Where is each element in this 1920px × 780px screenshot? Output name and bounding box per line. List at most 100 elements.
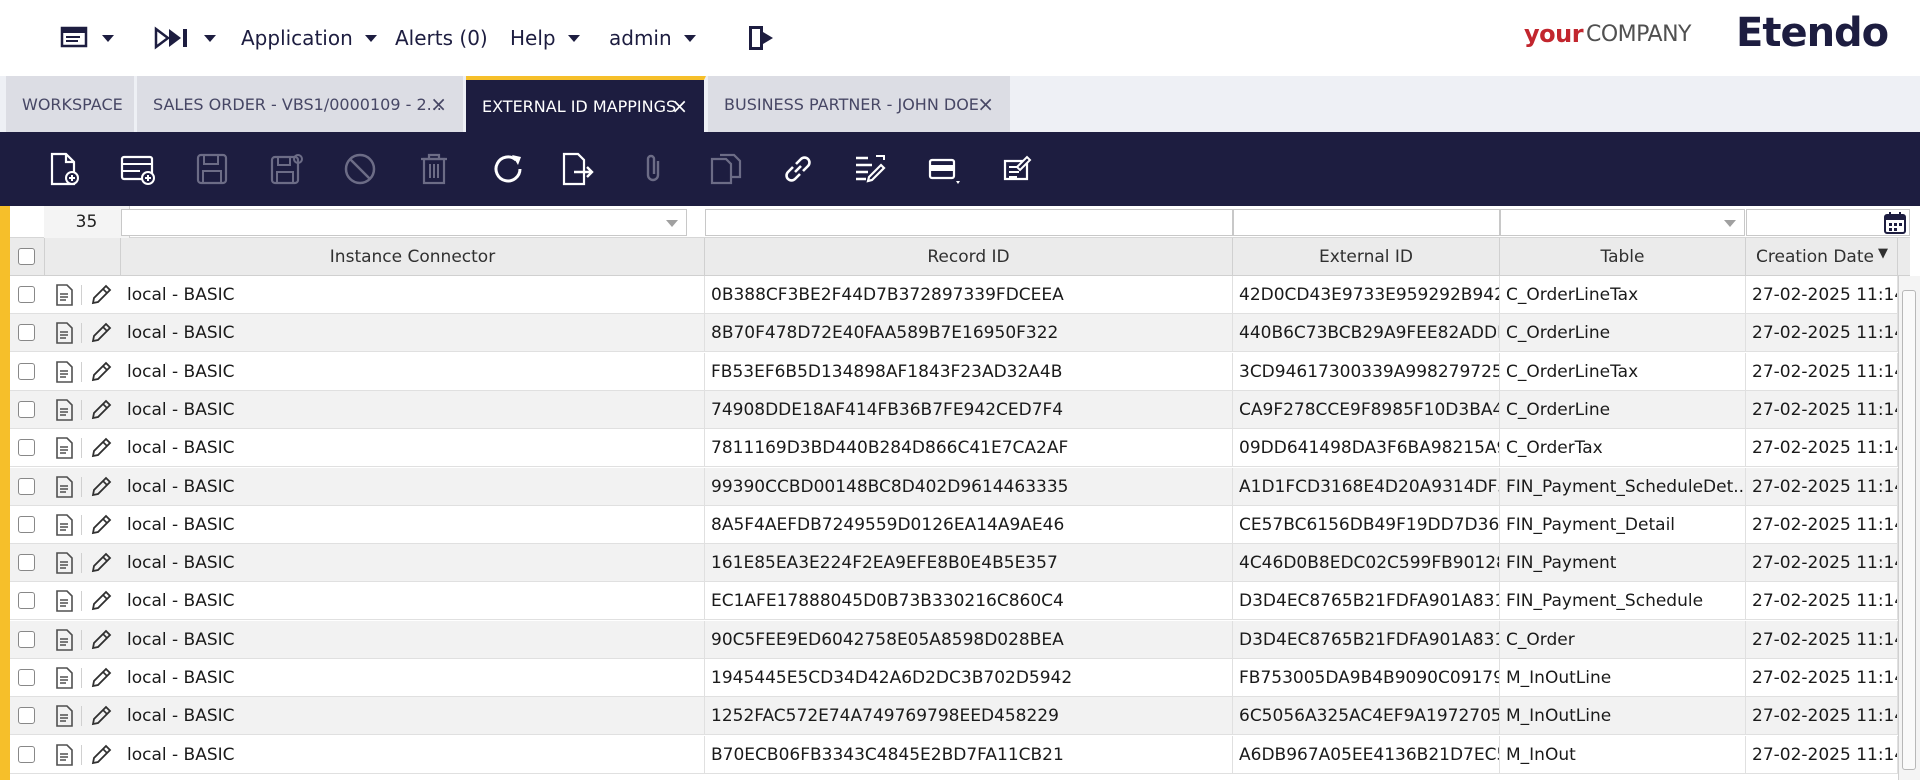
external-id-filter[interactable]: [1233, 209, 1500, 236]
tab-business-partner[interactable]: BUSINESS PARTNER - JOHN DOE ×: [708, 76, 1012, 132]
open-record-icon[interactable]: [54, 552, 74, 574]
application-menu[interactable]: Application: [241, 0, 377, 76]
column-header-table[interactable]: Table: [1500, 238, 1746, 276]
cell-table: FIN_Payment_Detail: [1500, 505, 1746, 544]
edit-pencil-icon[interactable]: [89, 589, 113, 613]
close-icon[interactable]: ×: [977, 92, 994, 116]
select-all-checkbox[interactable]: [18, 248, 35, 265]
row-select-checkbox[interactable]: [18, 439, 35, 457]
table-row[interactable]: local - BASIC 99390CCBD00148BC8D402D96144…: [10, 467, 1898, 506]
chevron-down-icon[interactable]: [666, 220, 678, 227]
logout-button[interactable]: [745, 22, 779, 54]
open-record-icon[interactable]: [54, 513, 74, 536]
row-select-checkbox[interactable]: [18, 554, 35, 572]
table-row[interactable]: local - BASIC 0B388CF3BE2F44D7B372897339F…: [10, 276, 1898, 314]
column-divider: [81, 591, 82, 612]
open-record-icon[interactable]: [54, 399, 74, 421]
edit-pencil-icon[interactable]: [89, 743, 113, 767]
table-row[interactable]: local - BASIC 8B70F478D72E40FAA589B7E1695…: [10, 314, 1898, 353]
link-button[interactable]: [778, 149, 818, 189]
row-select-checkbox[interactable]: [18, 286, 35, 303]
edit-pencil-icon[interactable]: [89, 666, 113, 690]
edit-pencil-icon[interactable]: [89, 628, 113, 652]
row-select-checkbox[interactable]: [18, 362, 35, 380]
row-select-checkbox[interactable]: [18, 630, 35, 648]
edit-pencil-icon[interactable]: [89, 704, 113, 728]
open-record-icon[interactable]: [54, 743, 74, 766]
table-row[interactable]: local - BASIC EC1AFE17888045D0B73B330216C…: [10, 582, 1898, 621]
tab-workspace[interactable]: WORKSPACE: [6, 76, 136, 132]
open-record-icon[interactable]: [54, 284, 74, 306]
close-icon[interactable]: ×: [430, 92, 447, 116]
table-row[interactable]: local - BASIC 1252FAC572E74A749769798EED4…: [10, 697, 1898, 736]
open-record-icon[interactable]: [54, 667, 74, 689]
close-icon[interactable]: ×: [671, 94, 688, 118]
table-row[interactable]: local - BASIC FB53EF6B5D134898AF1843F23AD…: [10, 352, 1898, 391]
calendar-icon[interactable]: [1883, 211, 1907, 235]
open-record-icon[interactable]: [54, 437, 74, 459]
menu-dropdown-button[interactable]: [60, 22, 120, 54]
edit-pencil-icon[interactable]: [89, 513, 113, 537]
instance-connector-filter[interactable]: [121, 209, 687, 236]
table-row[interactable]: local - BASIC 8A5F4AEFDB7249559D0126EA14A…: [10, 505, 1898, 544]
record-id-filter[interactable]: [705, 209, 1233, 236]
open-record-icon[interactable]: [54, 322, 74, 345]
edit-pencil-icon[interactable]: [89, 436, 113, 460]
column-header-instance-connector[interactable]: Instance Connector: [121, 238, 705, 276]
row-select-checkbox[interactable]: [18, 669, 35, 686]
row-select-checkbox[interactable]: [18, 324, 35, 342]
open-record-icon[interactable]: [54, 628, 74, 651]
row-select-checkbox[interactable]: [18, 592, 35, 610]
table-filter[interactable]: [1500, 209, 1745, 236]
table-row[interactable]: local - BASIC B70ECB06FB3343C4845E2BD7FA1…: [10, 735, 1898, 774]
cell-instance-connector: local - BASIC: [121, 582, 705, 621]
save-close-button[interactable]: [266, 149, 306, 189]
clone-button[interactable]: [706, 149, 746, 189]
creation-date-filter[interactable]: [1746, 209, 1910, 236]
export-button[interactable]: [558, 149, 598, 189]
column-header-external-id[interactable]: External ID: [1233, 238, 1500, 276]
row-select-checkbox[interactable]: [18, 707, 35, 725]
edit-pencil-icon[interactable]: [89, 360, 113, 384]
open-record-icon[interactable]: [54, 590, 74, 613]
column-header-creation-date[interactable]: Creation Date ▼: [1746, 238, 1898, 276]
table-row[interactable]: local - BASIC 1945445E5CD34D42A6D2DC3B702…: [10, 659, 1898, 697]
edit-pencil-icon[interactable]: [89, 398, 113, 422]
open-record-icon[interactable]: [54, 360, 74, 383]
save-button[interactable]: [192, 149, 232, 189]
row-select-checkbox[interactable]: [18, 745, 35, 763]
help-menu[interactable]: Help: [510, 0, 580, 76]
vertical-scrollbar[interactable]: [1898, 276, 1920, 780]
new-document-button[interactable]: [44, 149, 84, 189]
attachment-button[interactable]: [634, 149, 674, 189]
edit-pencil-icon[interactable]: [89, 551, 113, 575]
tab-sales-order[interactable]: SALES ORDER - VBS1/0000109 - 2... ×: [137, 76, 465, 132]
undo-button[interactable]: [340, 149, 380, 189]
tab-external-id-mappings[interactable]: EXTERNAL ID MAPPINGS ×: [466, 76, 706, 132]
alerts-menu[interactable]: Alerts (0): [395, 0, 488, 76]
notes-button[interactable]: [998, 149, 1038, 189]
table-row[interactable]: local - BASIC 74908DDE18AF414FB36B7FE942C…: [10, 390, 1898, 429]
column-header-record-id[interactable]: Record ID: [705, 238, 1233, 276]
edit-pencil-icon[interactable]: [89, 321, 113, 345]
edit-pencil-icon[interactable]: [89, 475, 113, 499]
grid-view-icon: [928, 158, 960, 184]
delete-button[interactable]: [414, 149, 454, 189]
open-record-icon[interactable]: [54, 705, 74, 728]
new-row-button[interactable]: [118, 149, 158, 189]
row-select-checkbox[interactable]: [18, 400, 35, 418]
table-row[interactable]: local - BASIC 90C5FEE9ED6042758E05A8598D0…: [10, 620, 1898, 659]
row-select-checkbox[interactable]: [18, 515, 35, 533]
quick-launch-button[interactable]: [154, 22, 218, 54]
audit-button[interactable]: [850, 149, 890, 189]
table-row[interactable]: local - BASIC 7811169D3BD440B284D866C41E7…: [10, 429, 1898, 468]
grid-view-button[interactable]: [924, 149, 964, 189]
edit-pencil-icon[interactable]: [89, 283, 113, 307]
table-row[interactable]: local - BASIC 161E85EA3E224F2EA9EFE8B0E4B…: [10, 544, 1898, 583]
scrollbar-thumb[interactable]: [1902, 290, 1916, 770]
chevron-down-icon[interactable]: [1724, 220, 1736, 227]
open-record-icon[interactable]: [54, 475, 74, 498]
refresh-button[interactable]: [488, 149, 528, 189]
user-menu[interactable]: admin: [609, 0, 696, 76]
row-select-checkbox[interactable]: [18, 477, 35, 495]
